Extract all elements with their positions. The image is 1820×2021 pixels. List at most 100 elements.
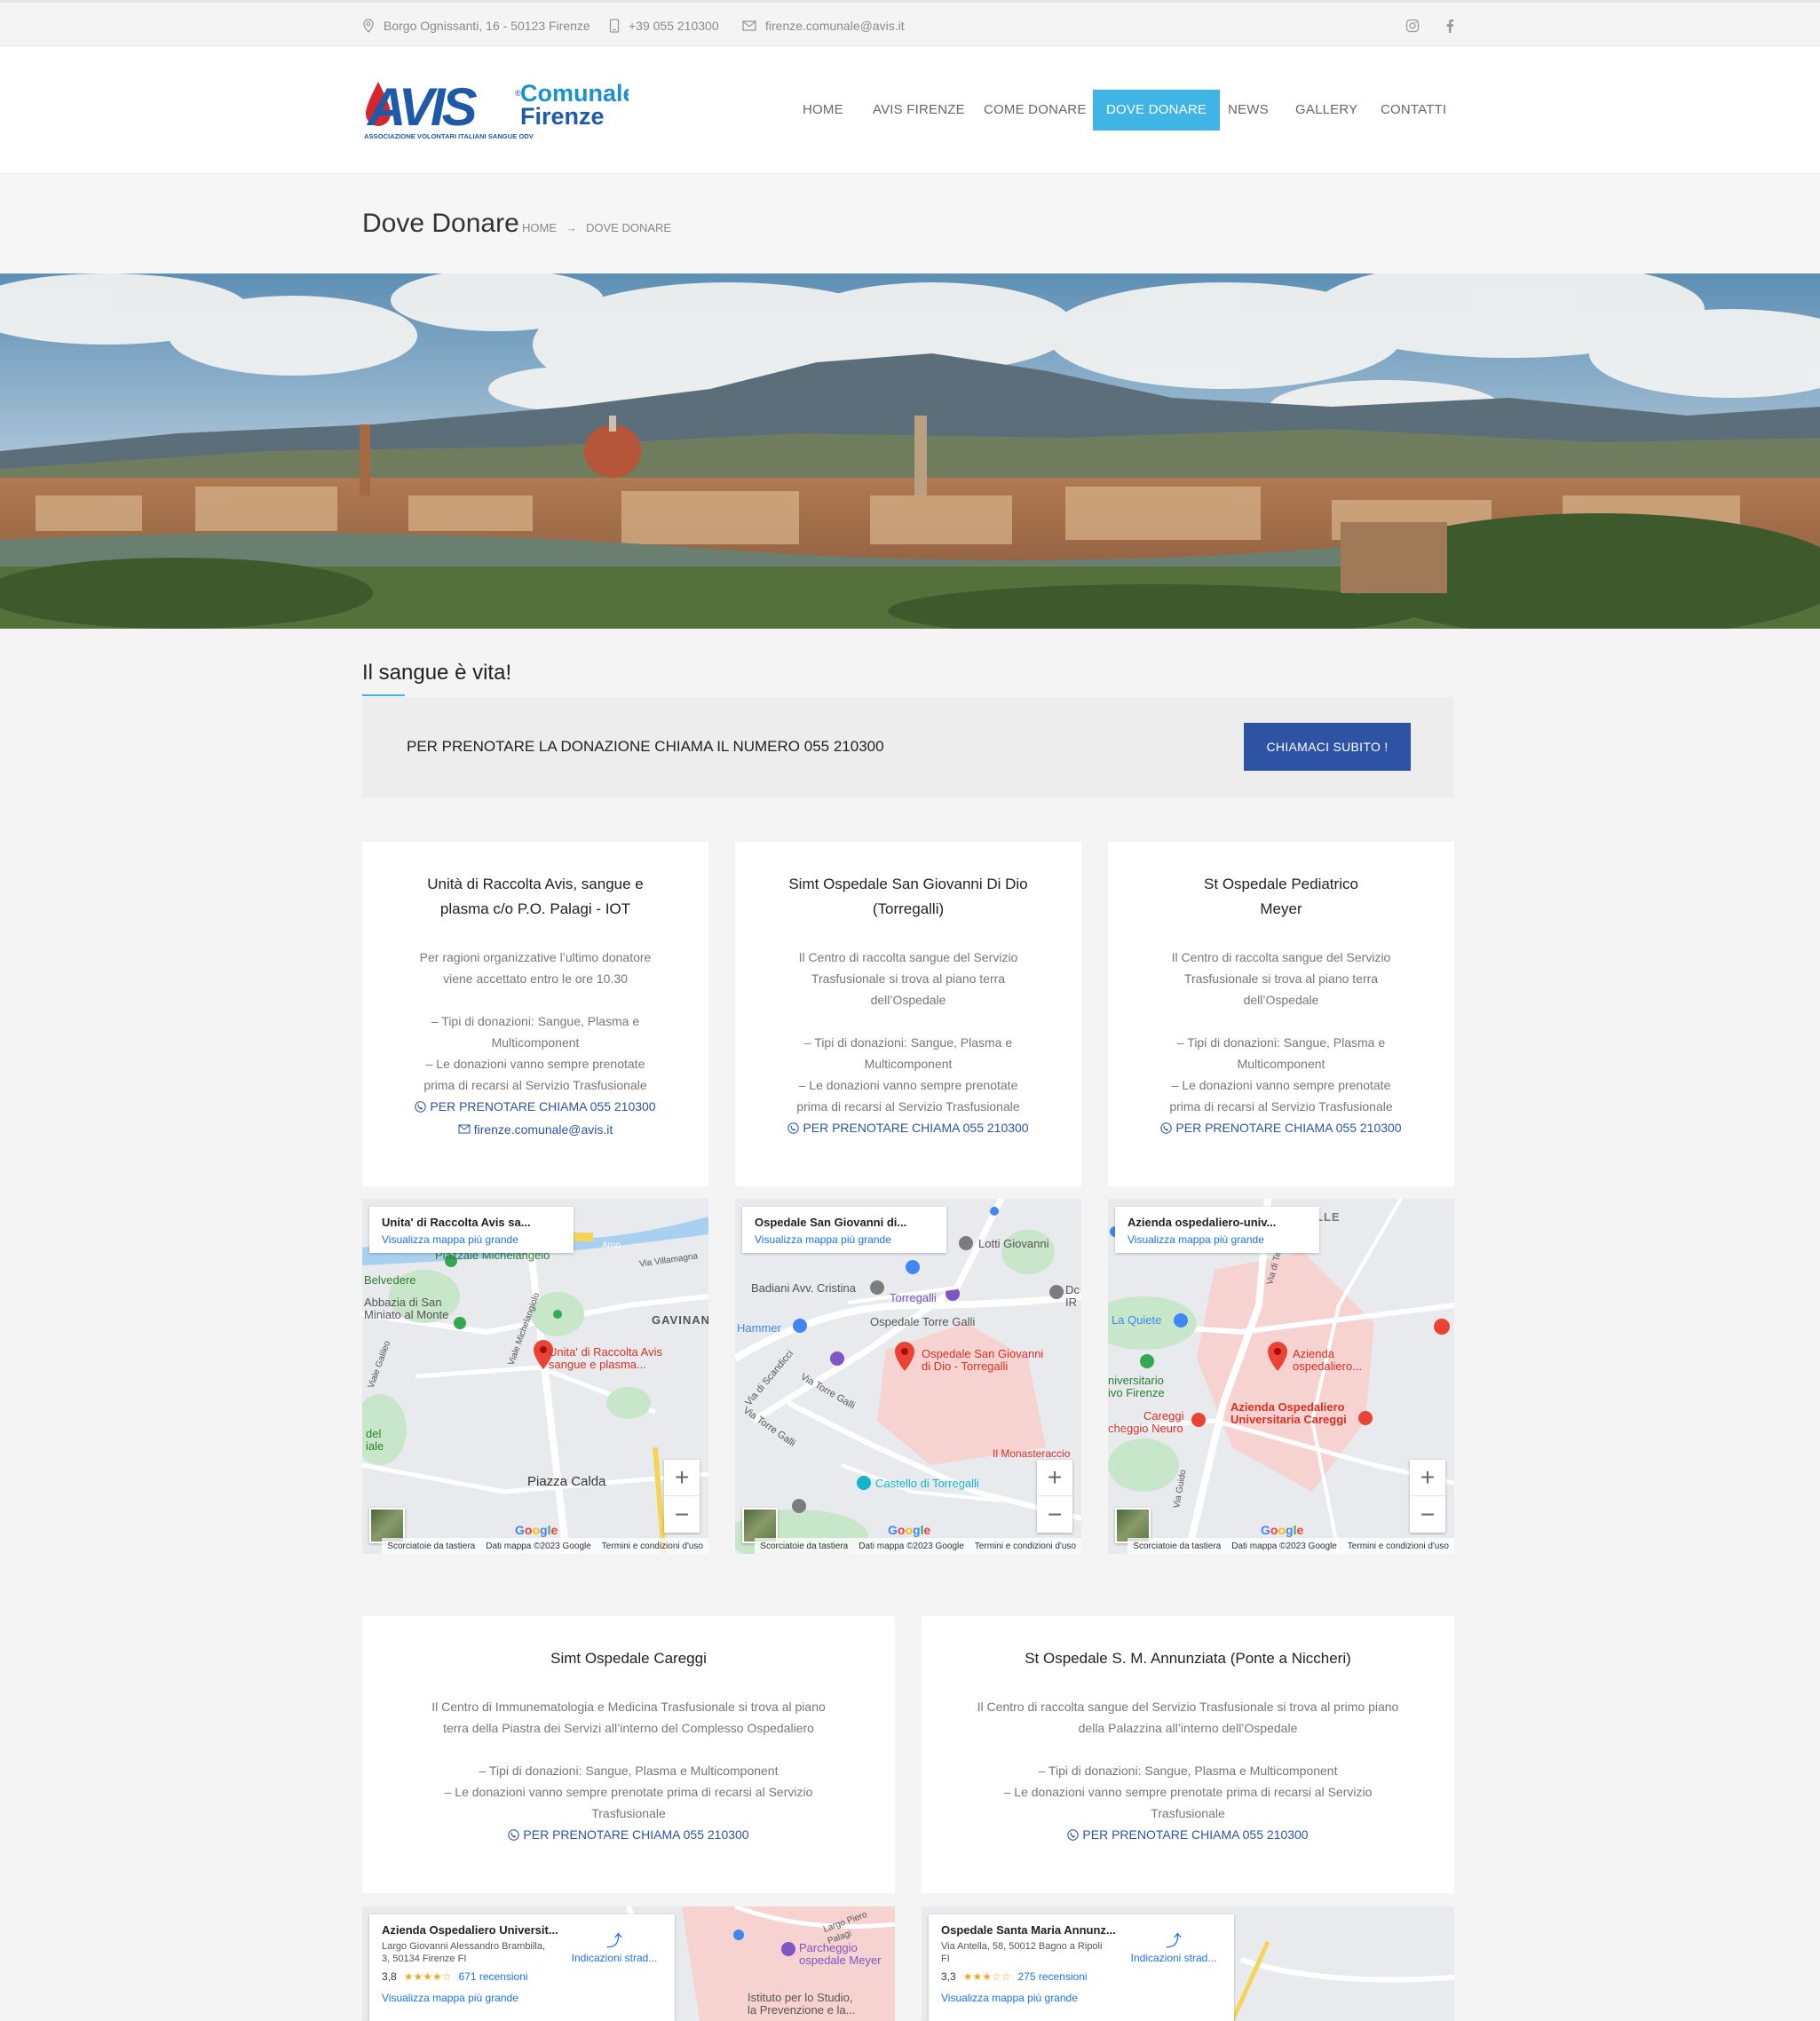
map-label: Il Monasteraccio: [993, 1447, 1071, 1460]
google-logo: Google: [888, 1523, 931, 1537]
instagram-icon[interactable]: [1403, 16, 1422, 36]
nav-home[interactable]: HOME: [803, 90, 843, 131]
place-rating: 3,3 ★★★☆☆ 275 recensioni: [941, 1970, 1088, 1983]
larger-map-link[interactable]: Visualizza mappa più grande: [382, 1992, 662, 2004]
nav-dove-donare[interactable]: DOVE DONARE: [1093, 90, 1221, 131]
map-footer: Scorciatoie da tastiera Dati mappa ©2023 …: [382, 1538, 708, 1554]
section-title-underline: [362, 694, 405, 696]
place-address: Via Antella, 58, 50012 Bagno a Ripoli FI: [941, 1941, 1103, 1964]
map-zoom-control: + −: [1037, 1460, 1072, 1533]
nav-news[interactable]: NEWS: [1228, 90, 1269, 131]
avis-logo-graphic: AVIS ® Comunale Firenze ASSOCIAZIONE VOL…: [364, 77, 637, 140]
directions-button[interactable]: ⤴ Indicazioni strad...: [1129, 1929, 1218, 1964]
mail-icon: [742, 20, 756, 31]
phone-circle-icon: [787, 1121, 800, 1134]
map-label: La Quiete: [1112, 1313, 1162, 1327]
zoom-out-button[interactable]: −: [664, 1496, 700, 1533]
map-label: IR: [1065, 1296, 1077, 1309]
directions-button[interactable]: ⤴ Indicazioni strad...: [570, 1929, 659, 1964]
place-rating: 3,8 ★★★★☆ 671 recensioni: [382, 1970, 528, 1983]
google-logo: Google: [1261, 1523, 1304, 1537]
zoom-in-button[interactable]: +: [1037, 1460, 1072, 1496]
larger-map-link[interactable]: Visualizza mappa più grande: [755, 1233, 891, 1246]
reviews-link[interactable]: 275 recensioni: [1017, 1970, 1087, 1983]
map-place-card: Azienda Ospedaliero Universit... Largo G…: [369, 1914, 675, 2021]
call-link[interactable]: PER PRENOTARE CHIAMA 055 210300: [1067, 1824, 1309, 1845]
nav-contatti[interactable]: CONTATTI: [1381, 90, 1446, 131]
site-header: AVIS ® Comunale Firenze ASSOCIAZIONE VOL…: [0, 46, 1820, 174]
map-label: Hammer: [737, 1321, 781, 1335]
map-label: Abbazia di San: [364, 1296, 442, 1309]
location-card-torregalli: Simt Ospedale San Giovanni Di Dio (Torreg…: [735, 842, 1081, 1186]
place-address: Largo Giovanni Alessandro Brambilla, 3, 5…: [382, 1941, 546, 1964]
topbar-phone[interactable]: +39 055 210300: [609, 3, 719, 49]
facebook-icon[interactable]: [1440, 16, 1460, 36]
map-label: Careggi: [1143, 1409, 1184, 1423]
map-label: Istituto per lo Studio, la Prevenzione e …: [748, 1991, 856, 2017]
map-label: Ospedale Torre Galli: [870, 1315, 976, 1328]
reviews-link[interactable]: 671 recensioni: [458, 1970, 527, 1983]
rating-stars-icon: ★★★☆☆: [962, 1970, 1011, 1983]
google-logo: Google: [515, 1523, 558, 1537]
zoom-out-button[interactable]: −: [1410, 1496, 1445, 1533]
zoom-out-button[interactable]: −: [1037, 1496, 1072, 1533]
call-link[interactable]: PER PRENOTARE CHIAMA 055 210300: [508, 1824, 749, 1845]
card-title: Unità di Raccolta Avis, sangue e plasma …: [427, 876, 644, 917]
logo-brand-text: AVIS: [366, 77, 478, 137]
larger-map-link[interactable]: Visualizza mappa più grande: [382, 1233, 518, 1246]
call-link[interactable]: PER PRENOTARE CHIAMA 055 210300: [415, 1096, 656, 1117]
breadcrumb-current: DOVE DONARE: [586, 221, 672, 234]
phone-circle-icon: [1067, 1828, 1080, 1841]
nav-avis-firenze[interactable]: AVIS FIRENZE: [873, 90, 965, 131]
larger-map-link[interactable]: Visualizza mappa più grande: [941, 1992, 1222, 2004]
card-body: Il Centro di raccolta sangue del Servizi…: [922, 1696, 1454, 1847]
map-label: Lotti Giovanni: [978, 1237, 1049, 1250]
nav-come-donare[interactable]: COME DONARE: [984, 90, 1087, 131]
map-label: Parcheggio ospedale Meyer: [799, 1941, 882, 1967]
map-label: Arno: [602, 1240, 621, 1250]
mail-icon: [458, 1124, 471, 1134]
location-card-palagi: Unità di Raccolta Avis, sangue e plasma …: [362, 842, 708, 1186]
topbar-address: Borgo Ognissanti, 16 - 50123 Firenze: [362, 3, 590, 49]
email-link[interactable]: firenze.comunale@avis.it: [458, 1119, 613, 1140]
map-info-card: Azienda ospedaliero-univ... Visualizza m…: [1115, 1207, 1319, 1253]
avis-logo[interactable]: AVIS ® Comunale Firenze ASSOCIAZIONE VOL…: [362, 76, 637, 144]
location-icon: [363, 19, 374, 33]
map-meyer-careggi[interactable]: Parcheggio ospedale Meyer Istituto per lo…: [362, 1906, 895, 2021]
call-link[interactable]: PER PRENOTARE CHIAMA 055 210300: [787, 1117, 1029, 1138]
larger-map-link[interactable]: Visualizza mappa più grande: [1128, 1233, 1264, 1246]
phone-circle-icon: [508, 1828, 520, 1841]
phone-circle-icon: [1160, 1121, 1173, 1134]
topbar-phone-text: +39 055 210300: [629, 19, 719, 33]
map-palagi[interactable]: Unita' di Raccolta Avis sangue e plasma..…: [362, 1199, 708, 1554]
map-label: del: [366, 1427, 382, 1440]
call-link[interactable]: PER PRENOTARE CHIAMA 055 210300: [1160, 1117, 1402, 1138]
hero-panorama-image: [0, 273, 1820, 629]
map-label: niversitario: [1108, 1374, 1164, 1387]
map-pin-label: Unita' di Raccolta Avis sangue e plasma..…: [549, 1345, 662, 1371]
map-careggi[interactable]: Azienda ospedaliero... LLE La Quiete nive…: [1108, 1199, 1454, 1554]
zoom-in-button[interactable]: +: [664, 1460, 700, 1496]
map-label: Badiani Avv. Cristina: [751, 1281, 857, 1295]
call-now-button[interactable]: CHIAMACI SUBITO !: [1244, 723, 1411, 771]
topbar-email[interactable]: firenze.comunale@avis.it: [742, 3, 905, 49]
map-annunziata[interactable]: Ospedale Santa Maria Annunz... Via Antel…: [922, 1906, 1454, 2021]
map-place-card: Ospedale Santa Maria Annunz... Via Antel…: [929, 1914, 1234, 2021]
map-label: iale: [366, 1439, 384, 1453]
map-label: cheggio Neuro: [1108, 1422, 1183, 1435]
arrow-right-icon: →: [566, 221, 577, 234]
map-footer: Scorciatoie da tastiera Dati mappa ©2023 …: [755, 1538, 1081, 1554]
zoom-in-button[interactable]: +: [1410, 1460, 1445, 1496]
nav-gallery[interactable]: GALLERY: [1295, 90, 1357, 131]
map-info-card: Unita' di Raccolta Avis sa... Visualizza…: [369, 1207, 574, 1253]
map-torregalli[interactable]: Ospedale San Giovanni di Dio - Torregalli…: [735, 1199, 1081, 1554]
map-label: Castello di Torregalli: [875, 1477, 979, 1490]
map-label: Belvedere: [364, 1273, 416, 1287]
breadcrumb-home[interactable]: HOME: [522, 221, 557, 234]
card-title: Simt Ospedale San Giovanni Di Dio (Torreg…: [788, 876, 1028, 917]
map-label: LLE: [1316, 1210, 1341, 1224]
card-title: St Ospedale Pediatrico Meyer: [1204, 876, 1358, 917]
section-title: Il sangue è vita!: [362, 661, 512, 685]
card-body: Per ragioni organizzative l’ultimo donat…: [362, 947, 708, 1140]
location-card-meyer: St Ospedale Pediatrico Meyer Il Centro di…: [1108, 842, 1454, 1186]
